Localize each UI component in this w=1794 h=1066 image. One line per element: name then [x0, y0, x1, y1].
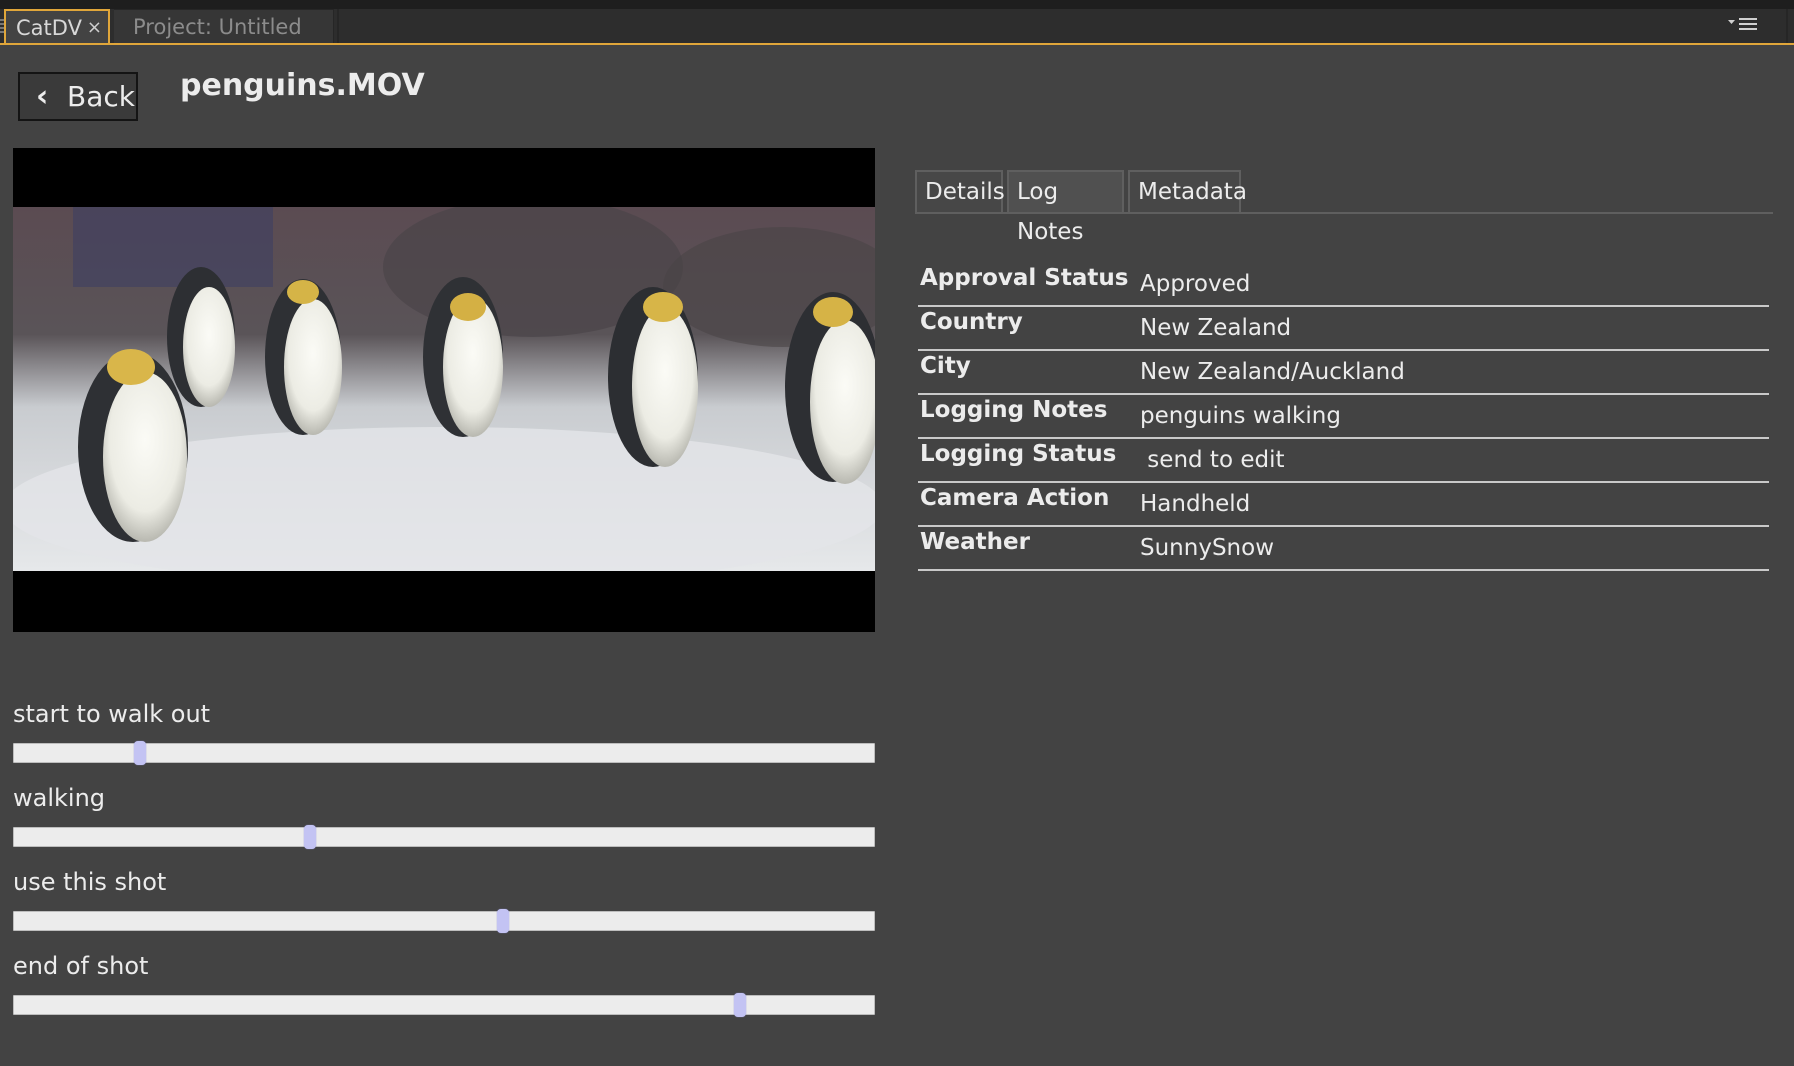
segment-label: walking — [13, 784, 106, 812]
field-row-camera-action[interactable]: Camera Action Handheld — [918, 483, 1769, 527]
field-row-logging-status[interactable]: Logging Status send to edit — [918, 439, 1769, 483]
window-top-strip — [0, 0, 1794, 9]
video-preview[interactable] — [13, 148, 875, 632]
field-row-approval-status[interactable]: Approval Status Approved — [918, 263, 1769, 307]
field-value[interactable]: Approved — [1140, 271, 1250, 297]
panel-tab-bar: CatDV × Project: Untitled — [0, 9, 1794, 45]
tab-metadata[interactable]: Metadata — [1128, 170, 1247, 212]
segment-walking: walking — [13, 784, 875, 854]
field-label: Country — [920, 309, 1023, 335]
field-row-logging-notes[interactable]: Logging Notes penguins walking — [918, 395, 1769, 439]
chevron-left-icon: ‹ — [36, 79, 49, 114]
field-label: Weather — [920, 529, 1030, 555]
segment-label: end of shot — [13, 952, 149, 980]
segment-slider-track[interactable] — [13, 993, 875, 1017]
field-row-city[interactable]: City New Zealand/Auckland — [918, 351, 1769, 395]
tab-catdv-label: CatDV — [16, 16, 82, 40]
panel-edge — [1786, 9, 1788, 43]
back-button-label: Back — [67, 80, 135, 113]
segment-slider-handle[interactable] — [497, 909, 510, 933]
field-label: Logging Status — [920, 441, 1117, 467]
tab-catdv[interactable]: CatDV × — [4, 9, 110, 43]
field-label: City — [920, 353, 971, 379]
segment-label: start to walk out — [13, 700, 211, 728]
video-frame-image — [13, 207, 875, 571]
field-value[interactable]: New Zealand — [1140, 315, 1291, 341]
field-label: Camera Action — [920, 485, 1110, 511]
detail-tabs: Details Log Notes Metadata — [915, 170, 1773, 245]
field-value[interactable]: New Zealand/Auckland — [1140, 359, 1405, 385]
segment-label: use this shot — [13, 868, 167, 896]
field-label: Logging Notes — [920, 397, 1108, 423]
tab-details[interactable]: Details — [915, 170, 1005, 212]
tab-project-label: Project: Untitled — [133, 15, 302, 39]
field-value[interactable]: SunnySnow — [1140, 535, 1274, 561]
segment-slider-handle[interactable] — [134, 741, 147, 765]
tab-project[interactable]: Project: Untitled — [114, 9, 334, 43]
segment-slider-track[interactable] — [13, 909, 875, 933]
segment-start-to-walk-out: start to walk out — [13, 700, 875, 770]
field-label: Approval Status — [920, 265, 1129, 291]
back-button[interactable]: ‹ Back — [18, 72, 138, 121]
field-value[interactable]: send to edit — [1140, 447, 1284, 473]
panel-menu-icon[interactable] — [1728, 17, 1760, 37]
segment-slider-handle[interactable] — [303, 825, 316, 849]
tab-log-notes[interactable]: Log Notes — [1007, 170, 1124, 245]
tab-divider — [337, 9, 339, 43]
segment-slider-track[interactable] — [13, 825, 875, 849]
clip-title: penguins.MOV — [180, 68, 425, 103]
segment-slider-handle[interactable] — [733, 993, 746, 1017]
close-icon[interactable]: × — [87, 11, 102, 45]
segment-use-this-shot: use this shot — [13, 868, 875, 938]
field-value[interactable]: Handheld — [1140, 491, 1250, 517]
field-value[interactable]: penguins walking — [1140, 403, 1341, 429]
segment-slider-track[interactable] — [13, 741, 875, 765]
field-row-weather[interactable]: Weather SunnySnow — [918, 527, 1769, 571]
segment-end-of-shot: end of shot — [13, 952, 875, 1022]
field-row-country[interactable]: Country New Zealand — [918, 307, 1769, 351]
